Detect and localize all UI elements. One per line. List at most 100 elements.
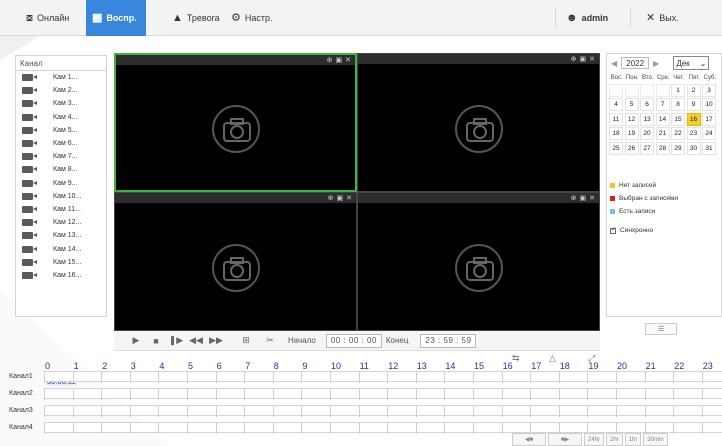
- close-icon[interactable]: ✕: [589, 55, 595, 63]
- play-button[interactable]: ▶: [128, 333, 144, 349]
- channel-item[interactable]: Кам 9...: [16, 177, 106, 190]
- video-window-2[interactable]: ⊕ ▣ ✕: [357, 53, 600, 192]
- video-window-3[interactable]: ⊕ ▣ ✕: [114, 192, 357, 331]
- calendar-day[interactable]: 22: [671, 127, 685, 141]
- channel-item[interactable]: Кам 5...: [16, 124, 106, 137]
- sync-checkbox[interactable]: Синхронно: [610, 226, 653, 234]
- zoom-icon[interactable]: ⊕: [571, 194, 577, 202]
- channel-item[interactable]: Кам 6...: [16, 137, 106, 150]
- calendar-day[interactable]: 3: [702, 83, 716, 97]
- video-window-1[interactable]: ⊕ ▣ ✕: [114, 53, 357, 192]
- close-icon[interactable]: ✕: [345, 56, 351, 64]
- clip-icon[interactable]: ✂: [262, 333, 278, 349]
- zoom-icon[interactable]: ⊕: [327, 56, 333, 64]
- calendar-day[interactable]: 30: [686, 141, 701, 155]
- nav-settings[interactable]: ⚙ Настр.: [225, 0, 279, 36]
- nav-playback[interactable]: ▩ Воспр.: [86, 0, 146, 36]
- channel-item[interactable]: Кам 8...: [16, 163, 106, 176]
- snapshot-icon[interactable]: ▣: [336, 56, 343, 64]
- user-menu[interactable]: ☻ admin: [560, 0, 614, 36]
- snapshot-icon[interactable]: ▣: [337, 194, 344, 202]
- calendar-day[interactable]: 16: [686, 112, 701, 126]
- calendar-day[interactable]: 24: [702, 127, 716, 141]
- close-icon[interactable]: ✕: [589, 194, 595, 202]
- year-field[interactable]: 2022: [621, 57, 650, 69]
- calendar-day[interactable]: 14: [655, 112, 670, 126]
- calendar-day[interactable]: 26: [624, 141, 639, 155]
- channel-item[interactable]: Кам 7...: [16, 150, 106, 163]
- channel-item[interactable]: Кам 3...: [16, 97, 106, 110]
- channel-item[interactable]: Кам 1...: [16, 71, 106, 84]
- timeline-track[interactable]: [44, 371, 722, 383]
- channel-item[interactable]: Кам 15...: [16, 256, 106, 269]
- timeline-tick: [301, 389, 303, 400]
- calendar-day[interactable]: 28: [655, 141, 670, 155]
- calendar-day[interactable]: 8: [671, 98, 685, 112]
- calendar-day[interactable]: 7: [655, 98, 670, 112]
- start-time-input[interactable]: 00 : 00 : 00: [325, 333, 382, 348]
- slow-button[interactable]: ◀◀: [188, 333, 204, 349]
- channel-item[interactable]: Кам 16...: [16, 269, 106, 282]
- timeline-track[interactable]: [44, 422, 722, 434]
- calendar-day[interactable]: 20: [640, 127, 654, 141]
- close-icon[interactable]: ✕: [346, 194, 352, 202]
- calendar-day[interactable]: 10: [702, 98, 716, 112]
- next-year-icon[interactable]: ▶: [653, 59, 659, 68]
- calendar-day[interactable]: 13: [640, 112, 654, 126]
- calendar-day[interactable]: 18: [609, 127, 623, 141]
- calendar-day[interactable]: 5: [624, 98, 639, 112]
- scroll-right-button[interactable]: ■▶: [548, 433, 582, 446]
- calendar-day[interactable]: 23: [686, 127, 701, 141]
- snapshot-icon[interactable]: ▣: [580, 194, 587, 202]
- legend-swatch: [610, 196, 615, 201]
- calendar-day[interactable]: 19: [624, 127, 639, 141]
- calendar-day[interactable]: 25: [609, 141, 623, 155]
- calendar-day[interactable]: 31: [702, 141, 716, 155]
- stop-button[interactable]: ■: [148, 333, 164, 349]
- calendar-day[interactable]: 21: [655, 127, 670, 141]
- calendar-day[interactable]: 29: [671, 141, 685, 155]
- calendar-day[interactable]: 9: [686, 98, 701, 112]
- zoom-icon[interactable]: ⊕: [571, 55, 577, 63]
- calendar-day[interactable]: 11: [609, 112, 623, 126]
- timeline-track[interactable]: [44, 388, 722, 400]
- channel-item[interactable]: Кам 11...: [16, 203, 106, 216]
- scale-24hr-button[interactable]: 24hr: [584, 433, 605, 446]
- split-screen-icon[interactable]: ⊞: [238, 333, 254, 349]
- scroll-left-button[interactable]: ◀■: [512, 433, 546, 446]
- calendar-day[interactable]: 4: [609, 98, 623, 112]
- video-window-4[interactable]: ⊕ ▣ ✕: [357, 192, 600, 331]
- calendar-day[interactable]: 6: [640, 98, 654, 112]
- calendar-day[interactable]: 17: [702, 112, 716, 126]
- snapshot-icon[interactable]: ▣: [580, 55, 587, 63]
- timeline-zoom-icon[interactable]: ⇆: [512, 353, 520, 364]
- timeline-marker-icon[interactable]: △: [549, 353, 556, 364]
- channel-item[interactable]: Кам 14...: [16, 242, 106, 255]
- scale-1hr-button[interactable]: 1hr: [624, 433, 642, 446]
- channel-item[interactable]: Кам 10...: [16, 190, 106, 203]
- calendar-day[interactable]: 1: [671, 83, 685, 97]
- channel-item[interactable]: Кам 4...: [16, 111, 106, 124]
- timeline-track[interactable]: [44, 405, 722, 417]
- nav-online[interactable]: ⧇ Онлайн: [20, 0, 75, 36]
- end-time-input[interactable]: 23 : 59 : 59: [420, 333, 477, 348]
- checkbox-checked-icon[interactable]: [610, 226, 616, 234]
- month-select[interactable]: Дек ⌄: [673, 56, 710, 70]
- channel-item[interactable]: Кам 12...: [16, 216, 106, 229]
- calendar-day[interactable]: 27: [640, 141, 654, 155]
- search-records-button[interactable]: ☰: [645, 323, 677, 335]
- fast-button[interactable]: ▶▶: [208, 333, 224, 349]
- timeline-fullscreen-icon[interactable]: ⤢: [588, 353, 595, 364]
- nav-alarm[interactable]: ▲ Тревога: [166, 0, 226, 36]
- scale-2hr-button[interactable]: 2hr: [606, 433, 623, 446]
- channel-item[interactable]: Кам 13...: [16, 229, 106, 242]
- calendar-day[interactable]: 15: [671, 112, 685, 126]
- channel-item[interactable]: Кам 2...: [16, 84, 106, 97]
- calendar-day[interactable]: 2: [686, 83, 701, 97]
- step-forward-button[interactable]: ❚▶: [168, 333, 184, 349]
- exit-button[interactable]: ✕ Вых.: [640, 0, 685, 36]
- zoom-icon[interactable]: ⊕: [328, 194, 334, 202]
- calendar-day[interactable]: 12: [624, 112, 639, 126]
- prev-year-icon[interactable]: ◀: [611, 59, 617, 68]
- scale-30min-button[interactable]: 30min: [643, 433, 668, 446]
